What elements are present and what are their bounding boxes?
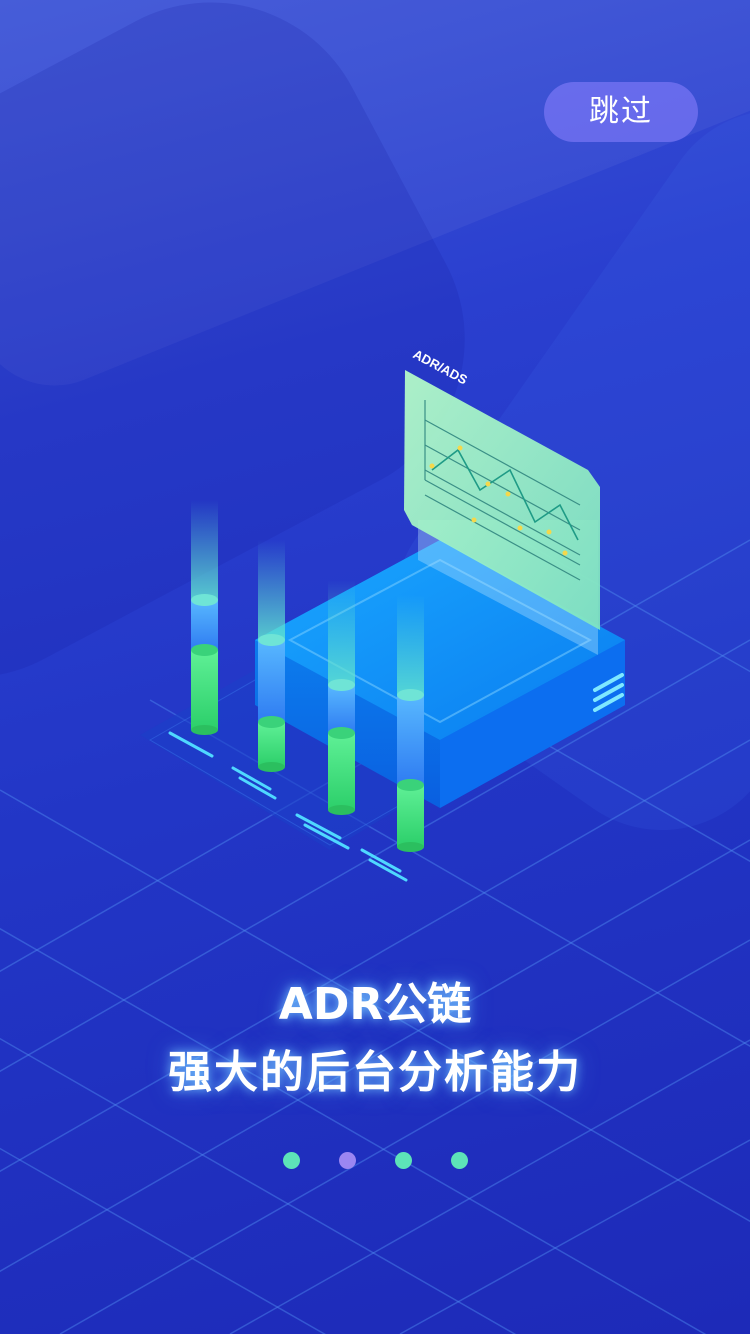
bar-4: [397, 595, 424, 852]
bar-3: [328, 580, 355, 815]
caption-subtitle: 强大的后台分析能力: [168, 1047, 582, 1098]
page-indicator: [283, 1152, 473, 1170]
page-dot[interactable]: [339, 1152, 356, 1169]
skip-button[interactable]: 跳过: [544, 82, 698, 142]
bar-2: [258, 540, 285, 772]
caption-title: ADR公链: [278, 979, 472, 1030]
page-dot[interactable]: [395, 1152, 412, 1169]
page-dot[interactable]: [283, 1152, 300, 1169]
page-dot[interactable]: [451, 1152, 468, 1169]
onboarding-screen: ADR/ADS 跳过 ADR公链 强大的后台分析能力: [0, 0, 750, 1334]
bar-1: [191, 500, 218, 735]
analytics-illustration: ADR/ADS: [0, 346, 750, 1334]
